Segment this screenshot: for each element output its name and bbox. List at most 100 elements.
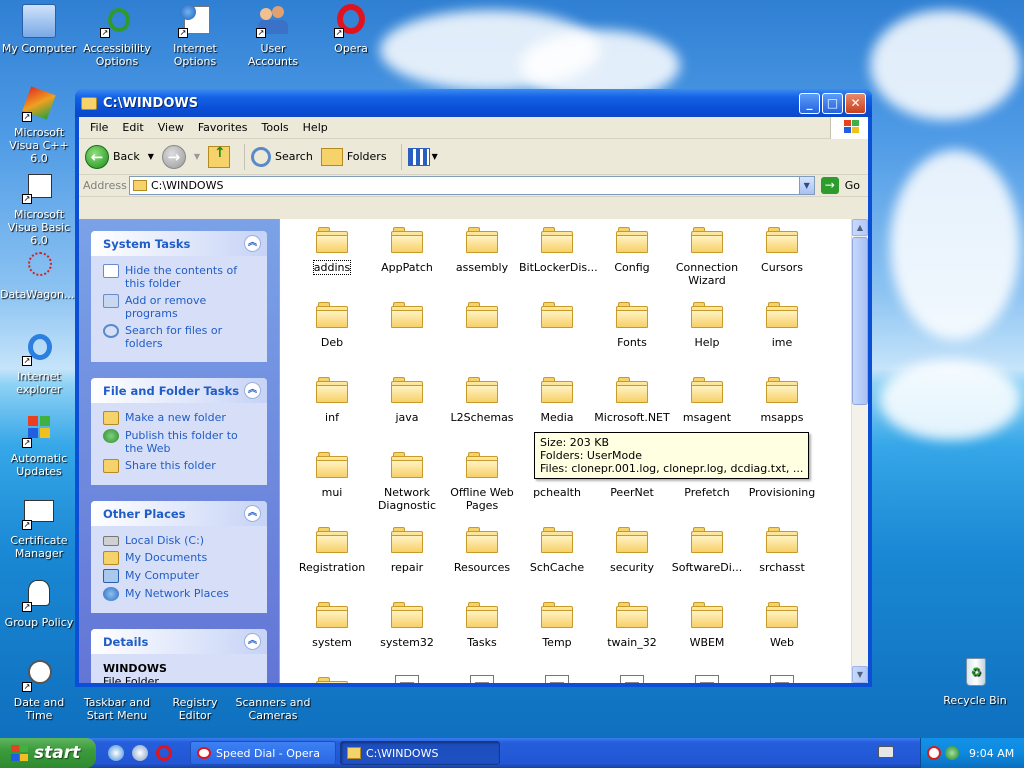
chevron-up-icon[interactable]: ︽ [244, 382, 261, 399]
chevron-down-icon[interactable]: ▼ [432, 152, 438, 161]
desktop-icon-group-policy[interactable]: ↗ Group Policy [0, 578, 78, 629]
task-search-files[interactable]: Search for files or folders [103, 324, 259, 350]
file-item[interactable] [744, 673, 820, 683]
forward-button[interactable]: → ▼ [161, 144, 200, 169]
folders-button[interactable]: Folders [320, 147, 387, 166]
task-hide-contents[interactable]: Hide the contents of this folder [103, 264, 259, 290]
folder-item[interactable]: Cursors [744, 223, 820, 274]
desktop-icon-recycle-bin[interactable]: ♻ Recycle Bin [936, 656, 1014, 707]
desktop-icon-automatic-updates[interactable]: ↗ Automatic Updates [0, 414, 78, 478]
desktop-icon-datawagon[interactable]: DataWagon.... [0, 250, 78, 301]
folder-item[interactable]: Help [669, 298, 745, 349]
folder-item[interactable]: system [294, 598, 370, 649]
folder-item[interactable]: Temp [519, 598, 595, 649]
desktop-icon-opera[interactable]: ↗ Opera [312, 4, 390, 55]
file-folder-tasks-header[interactable]: File and Folder Tasks ︽ [91, 378, 267, 403]
security-alert-icon[interactable] [927, 746, 941, 760]
place-my-documents[interactable]: My Documents [103, 551, 259, 565]
chevron-up-icon[interactable]: ︽ [244, 505, 261, 522]
file-item[interactable] [444, 673, 520, 683]
address-input[interactable]: C:\WINDOWS ▼ [129, 176, 815, 195]
minimize-button[interactable]: _ [799, 92, 820, 114]
folder-item[interactable] [294, 673, 370, 683]
folder-item[interactable]: srchasst [744, 523, 820, 574]
place-local-disk[interactable]: Local Disk (C:) [103, 534, 259, 547]
go-button[interactable]: → Go [815, 177, 868, 194]
folder-item[interactable]: security [594, 523, 670, 574]
desktop-icon-internet-options[interactable]: ↗ Internet Options [156, 4, 234, 68]
folder-item[interactable]: Registration [294, 523, 370, 574]
file-item[interactable] [669, 673, 745, 683]
media-player-icon[interactable] [132, 745, 148, 761]
details-header[interactable]: Details ︽ [91, 629, 267, 654]
desktop-icon-date-and-time[interactable]: ↗ Date and Time [0, 658, 78, 722]
desktop-icon-certificate-manager[interactable]: ↗ Certificate Manager [0, 496, 78, 560]
folder-item[interactable]: repair [369, 523, 445, 574]
opera-icon[interactable] [156, 745, 172, 761]
internet-explorer-icon[interactable] [108, 745, 124, 761]
task-c-windows[interactable]: C:\WINDOWS [340, 741, 500, 765]
task-add-remove-programs[interactable]: Add or remove programs [103, 294, 259, 320]
chevron-up-icon[interactable]: ︽ [244, 235, 261, 252]
folder-item[interactable] [444, 298, 520, 336]
folder-item[interactable]: inf [294, 373, 370, 424]
folder-item[interactable]: AppPatch [369, 223, 445, 274]
scroll-thumb[interactable] [852, 237, 868, 405]
close-button[interactable]: ✕ [845, 92, 866, 114]
chevron-down-icon[interactable]: ▼ [148, 152, 154, 161]
file-item[interactable]: MS [369, 673, 445, 683]
folder-item[interactable]: twain_32 [594, 598, 670, 649]
folder-item[interactable]: mui [294, 448, 370, 499]
folder-item[interactable] [369, 298, 445, 336]
folder-item[interactable]: SoftwareDi... [669, 523, 745, 574]
menu-help[interactable]: Help [296, 121, 335, 134]
chevron-up-icon[interactable]: ︽ [244, 633, 261, 650]
chevron-down-icon[interactable]: ▼ [194, 152, 200, 161]
folder-item[interactable]: Microsoft.NET [594, 373, 670, 424]
menu-edit[interactable]: Edit [115, 121, 150, 134]
folder-item[interactable] [519, 298, 595, 336]
task-speed-dial-opera[interactable]: Speed Dial - Opera [190, 741, 336, 765]
scroll-down-button[interactable]: ▼ [852, 666, 868, 683]
chevron-down-icon[interactable]: ▼ [798, 177, 814, 194]
desktop-icon-my-computer[interactable]: My Computer [0, 4, 78, 55]
folder-item[interactable]: msapps [744, 373, 820, 424]
desktop-icon-visual-basic[interactable]: ↗ Microsoft Visua Basic 6.0 [0, 170, 78, 247]
up-button[interactable]: ↑ [208, 145, 231, 168]
menu-favorites[interactable]: Favorites [191, 121, 255, 134]
clock[interactable]: 9:04 AM [969, 747, 1014, 760]
desktop-icon-accessibility-options[interactable]: ↗ Accessibility Options [78, 4, 156, 68]
views-button[interactable]: ▼ [407, 147, 438, 166]
search-button[interactable]: Search [251, 146, 313, 167]
folder-item[interactable]: Offline Web Pages [444, 448, 520, 512]
scroll-up-button[interactable]: ▲ [852, 219, 868, 236]
folder-item[interactable]: system32 [369, 598, 445, 649]
folder-item[interactable]: Resources [444, 523, 520, 574]
folder-item[interactable]: ime [744, 298, 820, 349]
vertical-scrollbar[interactable]: ▲ ▼ [851, 219, 868, 683]
menu-tools[interactable]: Tools [255, 121, 296, 134]
folder-item[interactable]: Network Diagnostic [369, 448, 445, 512]
maximize-button[interactable]: □ [822, 92, 843, 114]
folder-item[interactable]: Tasks [444, 598, 520, 649]
other-places-header[interactable]: Other Places ︽ [91, 501, 267, 526]
menu-file[interactable]: File [83, 121, 115, 134]
folder-item[interactable]: SchCache [519, 523, 595, 574]
place-my-network[interactable]: My Network Places [103, 587, 259, 601]
folder-item[interactable]: L2Schemas [444, 373, 520, 424]
folder-item[interactable]: Connection Wizard [669, 223, 745, 287]
title-bar[interactable]: C:\WINDOWS _ □ ✕ [75, 89, 872, 117]
place-my-computer[interactable]: My Computer [103, 569, 259, 583]
start-button[interactable]: start [0, 738, 96, 768]
folder-item[interactable]: addins [294, 223, 370, 275]
keyboard-icon[interactable] [878, 746, 894, 758]
back-button[interactable]: ← Back ▼ [85, 144, 154, 169]
folder-item[interactable]: msagent [669, 373, 745, 424]
desktop-icon-visual-cpp[interactable]: ↗ Microsoft Visua C++ 6.0 [0, 86, 78, 165]
folder-item[interactable]: BitLockerDis... [519, 223, 598, 274]
task-make-new-folder[interactable]: Make a new folder [103, 411, 259, 425]
menu-view[interactable]: View [151, 121, 191, 134]
network-tray-icon[interactable] [945, 746, 959, 760]
task-share-folder[interactable]: Share this folder [103, 459, 259, 473]
file-item[interactable] [519, 673, 595, 683]
